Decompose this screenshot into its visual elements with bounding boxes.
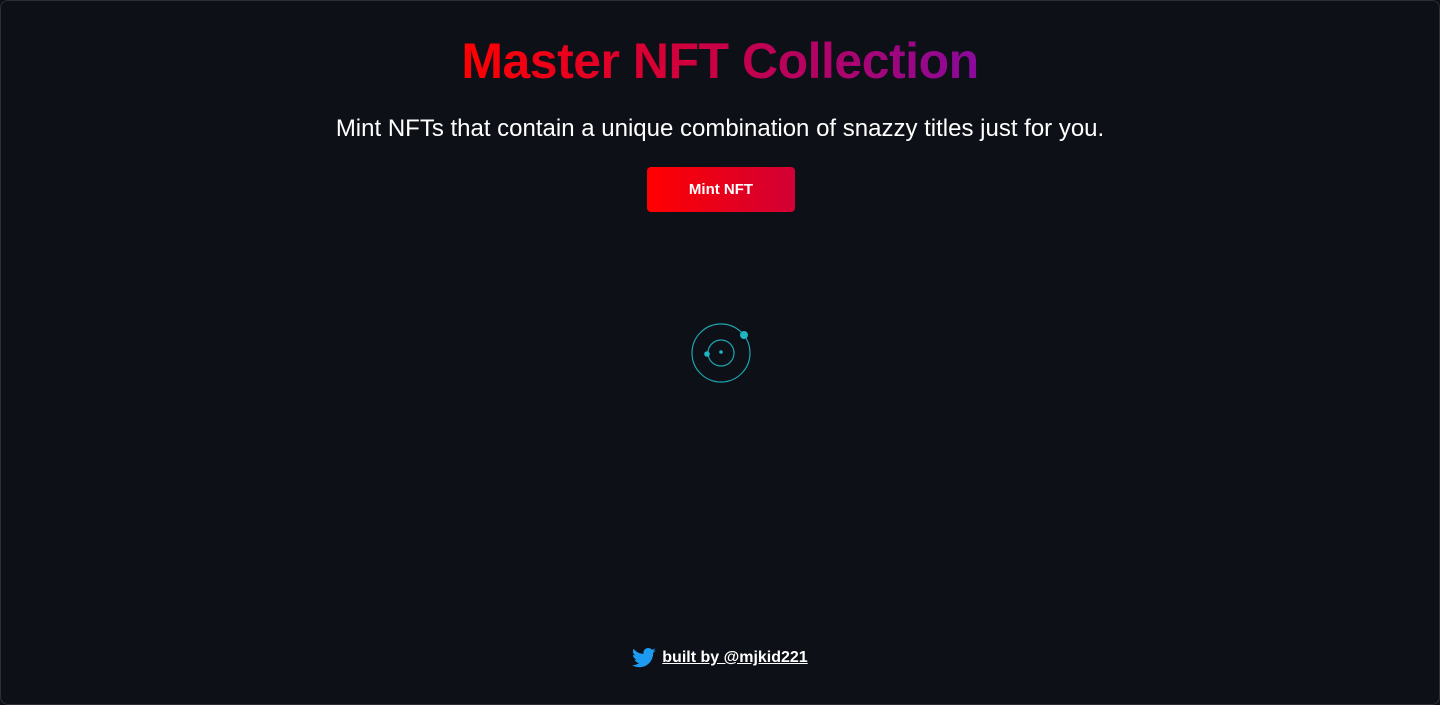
page-title-text: Master NFT Collection	[461, 33, 979, 89]
page-subtitle: Mint NFTs that contain a unique combinat…	[335, 115, 1105, 142]
page-title: Master NFT Collection	[1, 31, 1439, 91]
footer: built by @mjkid221	[1, 647, 1439, 669]
mint-nft-button[interactable]: Mint NFT	[647, 167, 795, 212]
twitter-icon	[632, 647, 656, 669]
app-window: Master NFT Collection Mint NFTs that con…	[0, 0, 1440, 705]
loading-spinner-icon	[689, 321, 753, 385]
author-twitter-link[interactable]: built by @mjkid221	[662, 647, 807, 669]
